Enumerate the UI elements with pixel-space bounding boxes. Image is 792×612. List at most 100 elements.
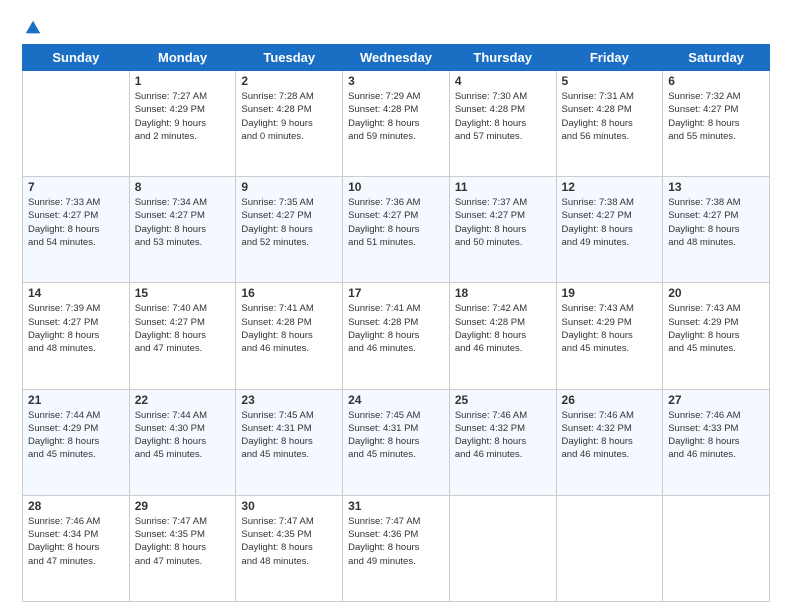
day-info-line: Daylight: 8 hours — [562, 330, 633, 341]
day-number: 20 — [668, 286, 764, 300]
day-info-line: Sunrise: 7:35 AM — [241, 197, 313, 208]
day-info-line: and 45 minutes. — [28, 449, 96, 460]
day-info-line: Sunset: 4:32 PM — [455, 423, 525, 434]
day-info-line: Daylight: 8 hours — [241, 330, 312, 341]
day-info-line: Daylight: 8 hours — [668, 436, 739, 447]
day-info-line: and 2 minutes. — [135, 131, 197, 142]
day-info-line: Daylight: 8 hours — [135, 542, 206, 553]
day-number: 13 — [668, 180, 764, 194]
day-info: Sunrise: 7:42 AMSunset: 4:28 PMDaylight:… — [455, 302, 551, 355]
calendar-cell: 4Sunrise: 7:30 AMSunset: 4:28 PMDaylight… — [449, 71, 556, 177]
day-info-line: Sunset: 4:29 PM — [668, 317, 738, 328]
calendar-cell: 2Sunrise: 7:28 AMSunset: 4:28 PMDaylight… — [236, 71, 343, 177]
day-info-line: Sunset: 4:30 PM — [135, 423, 205, 434]
day-info-line: Sunset: 4:36 PM — [348, 529, 418, 540]
day-number: 16 — [241, 286, 337, 300]
day-info: Sunrise: 7:45 AM Sunset: 4:31 PM Daylight:… — [348, 409, 444, 462]
day-number: 2 — [241, 74, 337, 88]
calendar-cell: 22Sunrise: 7:44 AMSunset: 4:30 PMDayligh… — [129, 389, 236, 495]
day-info-line: Sunrise: 7:45 AM — [348, 410, 420, 421]
day-info-line: Sunset: 4:31 PM — [348, 423, 418, 434]
day-info-line: and 45 minutes. — [135, 449, 203, 460]
day-number: 30 — [241, 499, 337, 513]
day-number: 5 — [562, 74, 658, 88]
day-number: 24 — [348, 393, 444, 407]
day-info: Sunrise: 7:38 AMSunset: 4:27 PMDaylight:… — [562, 196, 658, 249]
calendar-cell: 12Sunrise: 7:38 AMSunset: 4:27 PMDayligh… — [556, 177, 663, 283]
day-info-line: Sunset: 4:28 PM — [455, 104, 525, 115]
calendar-cell: 31Sunrise: 7:47 AMSunset: 4:36 PMDayligh… — [343, 495, 450, 601]
day-info-line: Sunrise: 7:36 AM — [348, 197, 420, 208]
day-info-line: and 52 minutes. — [241, 237, 309, 248]
day-info-line: Sunset: 4:34 PM — [28, 529, 98, 540]
calendar-cell — [23, 71, 130, 177]
day-info-line: Sunset: 4:27 PM — [348, 210, 418, 221]
day-info-line: Sunset: 4:31 PM — [241, 423, 311, 434]
day-info: Sunrise: 7:45 AMSunset: 4:31 PMDaylight:… — [241, 409, 337, 462]
day-info-line: Sunset: 4:27 PM — [668, 210, 738, 221]
day-info-line: Daylight: 8 hours — [28, 330, 99, 341]
day-info: Sunrise: 7:37 AMSunset: 4:27 PMDaylight:… — [455, 196, 551, 249]
calendar-cell: 26Sunrise: 7:46 AMSunset: 4:32 PMDayligh… — [556, 389, 663, 495]
day-info-line: Daylight: 8 hours — [241, 542, 312, 553]
day-info-line: and 45 minutes. — [668, 343, 736, 354]
calendar-cell: 13 Sunrise: 7:38 AM Sunset: 4:27 PM Dayligh… — [663, 177, 770, 283]
day-info-line: Sunrise: 7:38 AM — [668, 197, 740, 208]
calendar-cell: 24 Sunrise: 7:45 AM Sunset: 4:31 PM Dayligh… — [343, 389, 450, 495]
day-info-line: and 49 minutes. — [562, 237, 630, 248]
day-info-line: Daylight: 8 hours — [668, 224, 739, 235]
calendar-cell: 5Sunrise: 7:31 AMSunset: 4:28 PMDaylight… — [556, 71, 663, 177]
day-info-line: and 47 minutes. — [135, 343, 203, 354]
day-info-line: and 56 minutes. — [562, 131, 630, 142]
day-number: 27 — [668, 393, 764, 407]
day-info: Sunrise: 7:46 AMSunset: 4:34 PMDaylight:… — [28, 515, 124, 568]
day-info-line: Sunset: 4:32 PM — [562, 423, 632, 434]
day-info-line: and 48 minutes. — [28, 343, 96, 354]
day-number: 18 — [455, 286, 551, 300]
day-info-line: Daylight: 8 hours — [562, 436, 633, 447]
calendar-cell: 30 Sunrise: 7:47 AMSunset: 4:35 PMDayligh… — [236, 495, 343, 601]
col-header-thursday: Thursday — [449, 45, 556, 71]
day-number: 23 — [241, 393, 337, 407]
day-info-line: and 55 minutes. — [668, 131, 736, 142]
day-info-line: and 0 minutes. — [241, 131, 303, 142]
day-info-line: and 48 minutes. — [668, 237, 736, 248]
day-number: 4 — [455, 74, 551, 88]
day-number: 28 — [28, 499, 124, 513]
col-header-tuesday: Tuesday — [236, 45, 343, 71]
day-info-line: Sunrise: 7:28 AM — [241, 91, 313, 102]
day-info-line: Daylight: 8 hours — [241, 224, 312, 235]
col-header-sunday: Sunday — [23, 45, 130, 71]
day-info: Sunrise: 7:36 AMSunset: 4:27 PMDaylight:… — [348, 196, 444, 249]
day-info-line: Daylight: 8 hours — [348, 542, 419, 553]
day-info-line: Daylight: 8 hours — [241, 436, 312, 447]
day-info-line: Sunset: 4:27 PM — [135, 210, 205, 221]
day-info: Sunrise: 7:47 AMSunset: 4:35 PMDaylight:… — [135, 515, 231, 568]
page: SundayMondayTuesdayWednesdayThursdayFrid… — [0, 0, 792, 612]
header — [22, 18, 770, 36]
calendar-cell: 28Sunrise: 7:46 AMSunset: 4:34 PMDayligh… — [23, 495, 130, 601]
day-info-line: and 46 minutes. — [348, 343, 416, 354]
day-info-line: and 59 minutes. — [348, 131, 416, 142]
day-info: Sunrise: 7:47 AMSunset: 4:35 PMDaylight:… — [241, 515, 337, 568]
day-info-line: Sunrise: 7:30 AM — [455, 91, 527, 102]
day-info-line: Sunset: 4:27 PM — [241, 210, 311, 221]
calendar-cell: 23 Sunrise: 7:45 AMSunset: 4:31 PMDayligh… — [236, 389, 343, 495]
day-info-line: Sunrise: 7:46 AM — [28, 516, 100, 527]
col-header-wednesday: Wednesday — [343, 45, 450, 71]
day-info-line: Sunrise: 7:32 AM — [668, 91, 740, 102]
day-info-line: Daylight: 8 hours — [348, 436, 419, 447]
day-info-line: Daylight: 8 hours — [135, 330, 206, 341]
calendar-cell: 6Sunrise: 7:32 AMSunset: 4:27 PMDaylight… — [663, 71, 770, 177]
day-info: Sunrise: 7:29 AMSunset: 4:28 PMDaylight:… — [348, 90, 444, 143]
calendar-cell: 3Sunrise: 7:29 AMSunset: 4:28 PMDaylight… — [343, 71, 450, 177]
day-info: Sunrise: 7:46 AMSunset: 4:33 PMDaylight:… — [668, 409, 764, 462]
day-number: 21 — [28, 393, 124, 407]
calendar-cell: 11Sunrise: 7:37 AMSunset: 4:27 PMDayligh… — [449, 177, 556, 283]
calendar-cell — [556, 495, 663, 601]
day-number: 19 — [562, 286, 658, 300]
day-info-line: Sunrise: 7:33 AM — [28, 197, 100, 208]
day-info: Sunrise: 7:43 AMSunset: 4:29 PMDaylight:… — [562, 302, 658, 355]
day-info-line: Sunrise: 7:46 AM — [455, 410, 527, 421]
day-info-line: Sunset: 4:27 PM — [28, 317, 98, 328]
